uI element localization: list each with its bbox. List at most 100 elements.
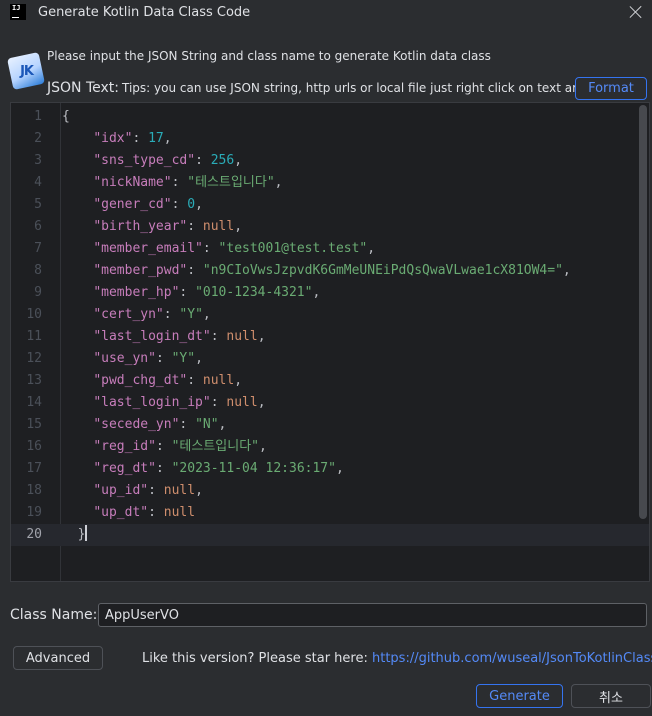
code-line[interactable]: 9 "member_hp": "010-1234-4321",	[11, 282, 649, 304]
cancel-button[interactable]: 취소	[571, 684, 651, 708]
code-token: ,	[367, 241, 376, 256]
format-button[interactable]: Format	[575, 77, 647, 100]
code-token: "last_login_dt"	[93, 329, 211, 344]
code-line[interactable]: 1{	[11, 106, 649, 128]
code-token: "테스트입니다"	[187, 175, 275, 190]
line-number: 9	[34, 285, 42, 300]
code-token: :	[202, 241, 219, 256]
code-token: "use_yn"	[93, 351, 156, 366]
code-token: :	[179, 417, 196, 432]
code-token: ,	[312, 285, 321, 300]
code-token: null	[163, 505, 196, 520]
json-editor[interactable]: 1{2 "idx": 17, 3 "sns_type_cd": 256, 4 "ni…	[10, 102, 650, 582]
code-text: "use_yn": "Y",	[62, 348, 203, 370]
code-token: "010-1234-4321"	[195, 285, 313, 300]
class-name-input[interactable]	[98, 603, 647, 627]
code-token: ,	[163, 131, 172, 146]
code-token: :	[187, 263, 203, 278]
code-token: null	[202, 219, 235, 234]
line-number: 19	[26, 505, 42, 520]
line-number: 8	[34, 263, 42, 278]
code-token: "nickName"	[93, 175, 172, 190]
code-token: 0	[187, 197, 196, 212]
code-token: :	[132, 131, 149, 146]
text-cursor	[85, 525, 87, 541]
advanced-button[interactable]: Advanced	[13, 646, 103, 670]
line-number: 15	[26, 417, 42, 432]
code-line[interactable]: 8 "member_pwd": "n9CIoVwsJzpvdK6GmMeUNEi…	[11, 260, 649, 282]
code-token: "n9CIoVwsJzpvdK6GmMeUNEiPdQsQwaVLwae1cX8…	[202, 263, 563, 278]
code-token: ,	[234, 219, 243, 234]
code-text: "birth_year": null,	[62, 216, 242, 238]
code-line[interactable]: 4 "nickName": "테스트입니다",	[11, 172, 649, 194]
code-token: null	[202, 373, 235, 388]
code-token: :	[155, 439, 172, 454]
code-line[interactable]: 5 "gener_cd": 0,	[11, 194, 649, 216]
code-token: "idx"	[93, 131, 133, 146]
line-number: 3	[34, 153, 42, 168]
code-token: ,	[218, 417, 227, 432]
code-token: :	[171, 197, 188, 212]
code-line[interactable]: 12 "use_yn": "Y",	[11, 348, 649, 370]
code-token: ,	[234, 373, 243, 388]
code-line[interactable]: 14 "last_login_ip": null,	[11, 392, 649, 414]
code-line[interactable]: 3 "sns_type_cd": 256,	[11, 150, 649, 172]
line-number: 1	[34, 109, 42, 124]
code-line[interactable]: 10 "cert_yn": "Y",	[11, 304, 649, 326]
line-number: 4	[34, 175, 42, 190]
code-token: 256	[210, 153, 235, 168]
code-text: "last_login_dt": null,	[62, 326, 265, 348]
intellij-logo-icon: IJ	[10, 4, 26, 20]
code-text: "up_id": null,	[62, 480, 203, 502]
code-token: null	[163, 483, 196, 498]
code-line[interactable]: 19 "up_dt": null	[11, 502, 649, 524]
line-number: 10	[26, 307, 42, 322]
code-line[interactable]: 20 }	[11, 524, 649, 546]
github-link[interactable]: https://github.com/wuseal/JsonToKotlinCl…	[372, 651, 652, 666]
code-token: :	[187, 373, 203, 388]
title-bar: IJ Generate Kotlin Data Class Code	[0, 0, 652, 28]
close-icon[interactable]	[628, 4, 644, 20]
code-text: "secede_yn": "N",	[62, 414, 226, 436]
code-line[interactable]: 18 "up_id": null,	[11, 480, 649, 502]
code-token: :	[179, 285, 196, 300]
code-line[interactable]: 7 "member_email": "test001@test.test",	[11, 238, 649, 260]
json-tips-text: Tips: you can use JSON string, http urls…	[122, 81, 592, 95]
line-number: 6	[34, 219, 42, 234]
code-token: "reg_id"	[93, 439, 156, 454]
code-text: "pwd_chg_dt": null,	[62, 370, 242, 392]
generate-button[interactable]: Generate	[476, 684, 563, 708]
line-number: 12	[26, 351, 42, 366]
json-to-kotlin-plugin-icon: JK	[7, 52, 45, 90]
code-text: {	[62, 106, 70, 128]
code-line[interactable]: 16 "reg_id": "테스트입니다",	[11, 436, 649, 458]
star-request: Like this version? Please star here: htt…	[142, 651, 652, 666]
code-token: ,	[274, 175, 283, 190]
code-line[interactable]: 15 "secede_yn": "N",	[11, 414, 649, 436]
code-text: "reg_id": "테스트입니다",	[62, 436, 267, 458]
line-number: 20	[26, 527, 42, 542]
code-line[interactable]: 6 "birth_year": null,	[11, 216, 649, 238]
code-text: "member_hp": "010-1234-4321",	[62, 282, 320, 304]
code-line[interactable]: 17 "reg_dt": "2023-11-04 12:36:17",	[11, 458, 649, 480]
code-text: "up_dt": null	[62, 502, 195, 524]
code-text: "cert_yn": "Y",	[62, 304, 210, 326]
code-token: ,	[562, 263, 571, 278]
vertical-scrollbar[interactable]	[639, 105, 647, 519]
code-text: "idx": 17,	[62, 128, 172, 150]
code-line[interactable]: 11 "last_login_dt": null,	[11, 326, 649, 348]
line-number: 16	[26, 439, 42, 454]
code-token: :	[155, 351, 172, 366]
code-line[interactable]: 2 "idx": 17,	[11, 128, 649, 150]
code-line[interactable]: 13 "pwd_chg_dt": null,	[11, 370, 649, 392]
